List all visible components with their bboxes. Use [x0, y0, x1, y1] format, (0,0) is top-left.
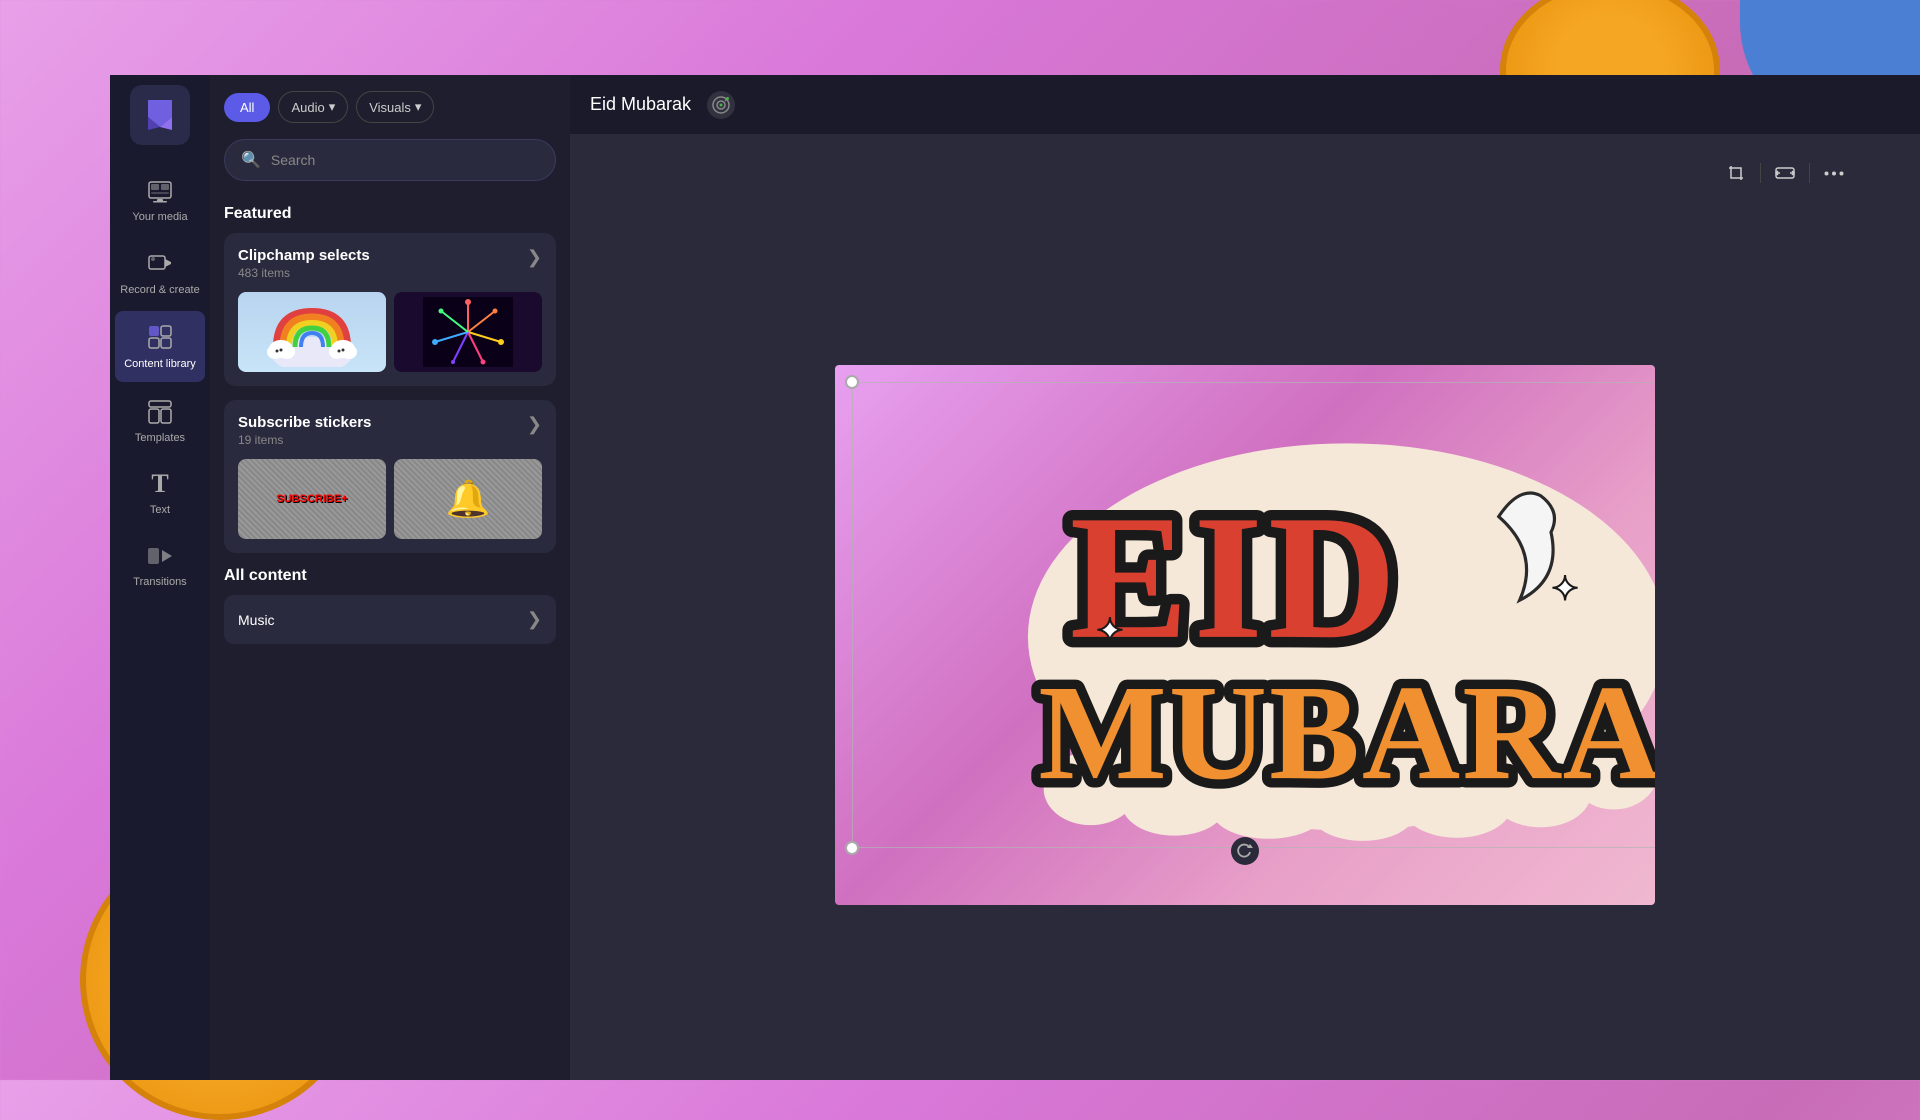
subscribe-stickers-arrow: ❯ — [527, 414, 542, 435]
eid-mubarak-sticker[interactable]: EID EID MUBARAK MUBARAK ✦ ✦ — [1007, 411, 1655, 841]
filter-all-button[interactable]: All — [224, 93, 270, 122]
subscribe-stickers-title: Subscribe stickers — [238, 414, 371, 431]
sidebar-item-transitions[interactable]: Transitions — [115, 530, 205, 598]
subscribe-stickers-card[interactable]: Subscribe stickers 19 items ❯ SUBSCRIBE+… — [224, 400, 556, 553]
sidebar-label-text: Text — [150, 504, 170, 516]
record-create-icon — [144, 247, 176, 279]
subscribe-stickers-info: Subscribe stickers 19 items — [238, 414, 371, 447]
more-options-button[interactable] — [1818, 157, 1850, 189]
clipchamp-selects-card[interactable]: Clipchamp selects 483 items ❯ — [224, 233, 556, 386]
sidebar-item-content-library[interactable]: Content library — [115, 311, 205, 381]
editor-area: Eid Mubarak — [570, 75, 1920, 1080]
sidebar-label-record: Record & create — [120, 283, 199, 297]
editor-header: Eid Mubarak — [570, 75, 1920, 135]
subscribe-stickers-images: SUBSCRIBE+ 🔔 — [238, 459, 542, 539]
toolbar-divider-1 — [1760, 163, 1761, 183]
clipchamp-selects-title: Clipchamp selects — [238, 247, 370, 264]
music-row-arrow: ❯ — [527, 609, 542, 630]
subscribe-button-preview: SUBSCRIBE+ — [238, 459, 386, 539]
filter-visuals-button[interactable]: Visuals ▾ — [356, 91, 434, 123]
panel-content: Featured Clipchamp selects 483 items ❯ — [210, 193, 570, 1080]
svg-text:✦: ✦ — [1551, 571, 1579, 608]
search-icon: 🔍 — [241, 150, 261, 170]
selection-line-top — [852, 382, 1655, 383]
visuals-dropdown-arrow: ▾ — [415, 99, 422, 115]
audio-dropdown-arrow: ▾ — [329, 99, 336, 115]
selection-line-left — [852, 382, 853, 848]
sidebar-item-your-media[interactable]: Your media — [115, 165, 205, 233]
save-icon[interactable] — [707, 91, 735, 119]
project-title: Eid Mubarak — [590, 94, 691, 115]
canvas[interactable]: EID EID MUBARAK MUBARAK ✦ ✦ — [835, 365, 1655, 905]
clipchamp-selects-images — [238, 292, 542, 372]
rainbow-sticker-preview — [238, 292, 386, 372]
sidebar: Your media Record & create — [110, 75, 210, 1080]
sidebar-item-text[interactable]: T Text — [115, 458, 205, 526]
toolbar-divider-2 — [1809, 163, 1810, 183]
sidebar-label-your-media: Your media — [132, 211, 187, 223]
svg-text:MUBARAK: MUBARAK — [1038, 658, 1655, 808]
all-content-section: All content Music ❯ — [224, 567, 556, 644]
svg-text:✦: ✦ — [1096, 613, 1124, 650]
templates-icon — [144, 396, 176, 428]
sidebar-label-content-library: Content library — [124, 357, 196, 371]
clipchamp-selects-header: Clipchamp selects 483 items ❯ — [238, 247, 542, 280]
save-status — [707, 91, 735, 119]
search-input[interactable] — [271, 152, 539, 168]
firework-preview — [394, 292, 542, 372]
content-panel: All Audio ▾ Visuals ▾ 🔍 Featured — [210, 75, 570, 1080]
resize-button[interactable] — [1769, 157, 1801, 189]
filter-audio-button[interactable]: Audio ▾ — [278, 91, 348, 123]
clipchamp-selects-count: 483 items — [238, 266, 370, 280]
clipchamp-selects-info: Clipchamp selects 483 items — [238, 247, 370, 280]
bells-preview: 🔔 — [394, 459, 542, 539]
selection-handle-bottom-left[interactable] — [845, 841, 859, 855]
text-icon: T — [144, 468, 176, 500]
rotation-handle[interactable] — [1231, 837, 1259, 865]
featured-section-title: Featured — [224, 205, 556, 223]
all-content-title: All content — [224, 567, 556, 585]
crop-button[interactable] — [1720, 157, 1752, 189]
app-container: Your media Record & create — [110, 75, 1920, 1080]
sidebar-item-templates[interactable]: Templates — [115, 386, 205, 454]
your-media-icon — [144, 175, 176, 207]
floating-toolbar — [1710, 151, 1860, 195]
app-logo[interactable] — [130, 85, 190, 145]
subscribe-stickers-count: 19 items — [238, 433, 371, 447]
sidebar-label-templates: Templates — [135, 432, 185, 444]
clipchamp-selects-arrow: ❯ — [527, 247, 542, 268]
filter-tabs: All Audio ▾ Visuals ▾ — [210, 75, 570, 135]
music-row-title: Music — [238, 612, 275, 628]
sidebar-label-transitions: Transitions — [133, 576, 186, 588]
music-row[interactable]: Music ❯ — [224, 595, 556, 644]
transitions-icon — [144, 540, 176, 572]
canvas-wrapper: EID EID MUBARAK MUBARAK ✦ ✦ — [570, 135, 1920, 1080]
search-container: 🔍 — [210, 135, 570, 193]
subscribe-stickers-header: Subscribe stickers 19 items ❯ — [238, 414, 542, 447]
sidebar-item-record-create[interactable]: Record & create — [115, 237, 205, 307]
search-box: 🔍 — [224, 139, 556, 181]
content-library-icon — [144, 321, 176, 353]
selection-handle-top-left[interactable] — [845, 375, 859, 389]
